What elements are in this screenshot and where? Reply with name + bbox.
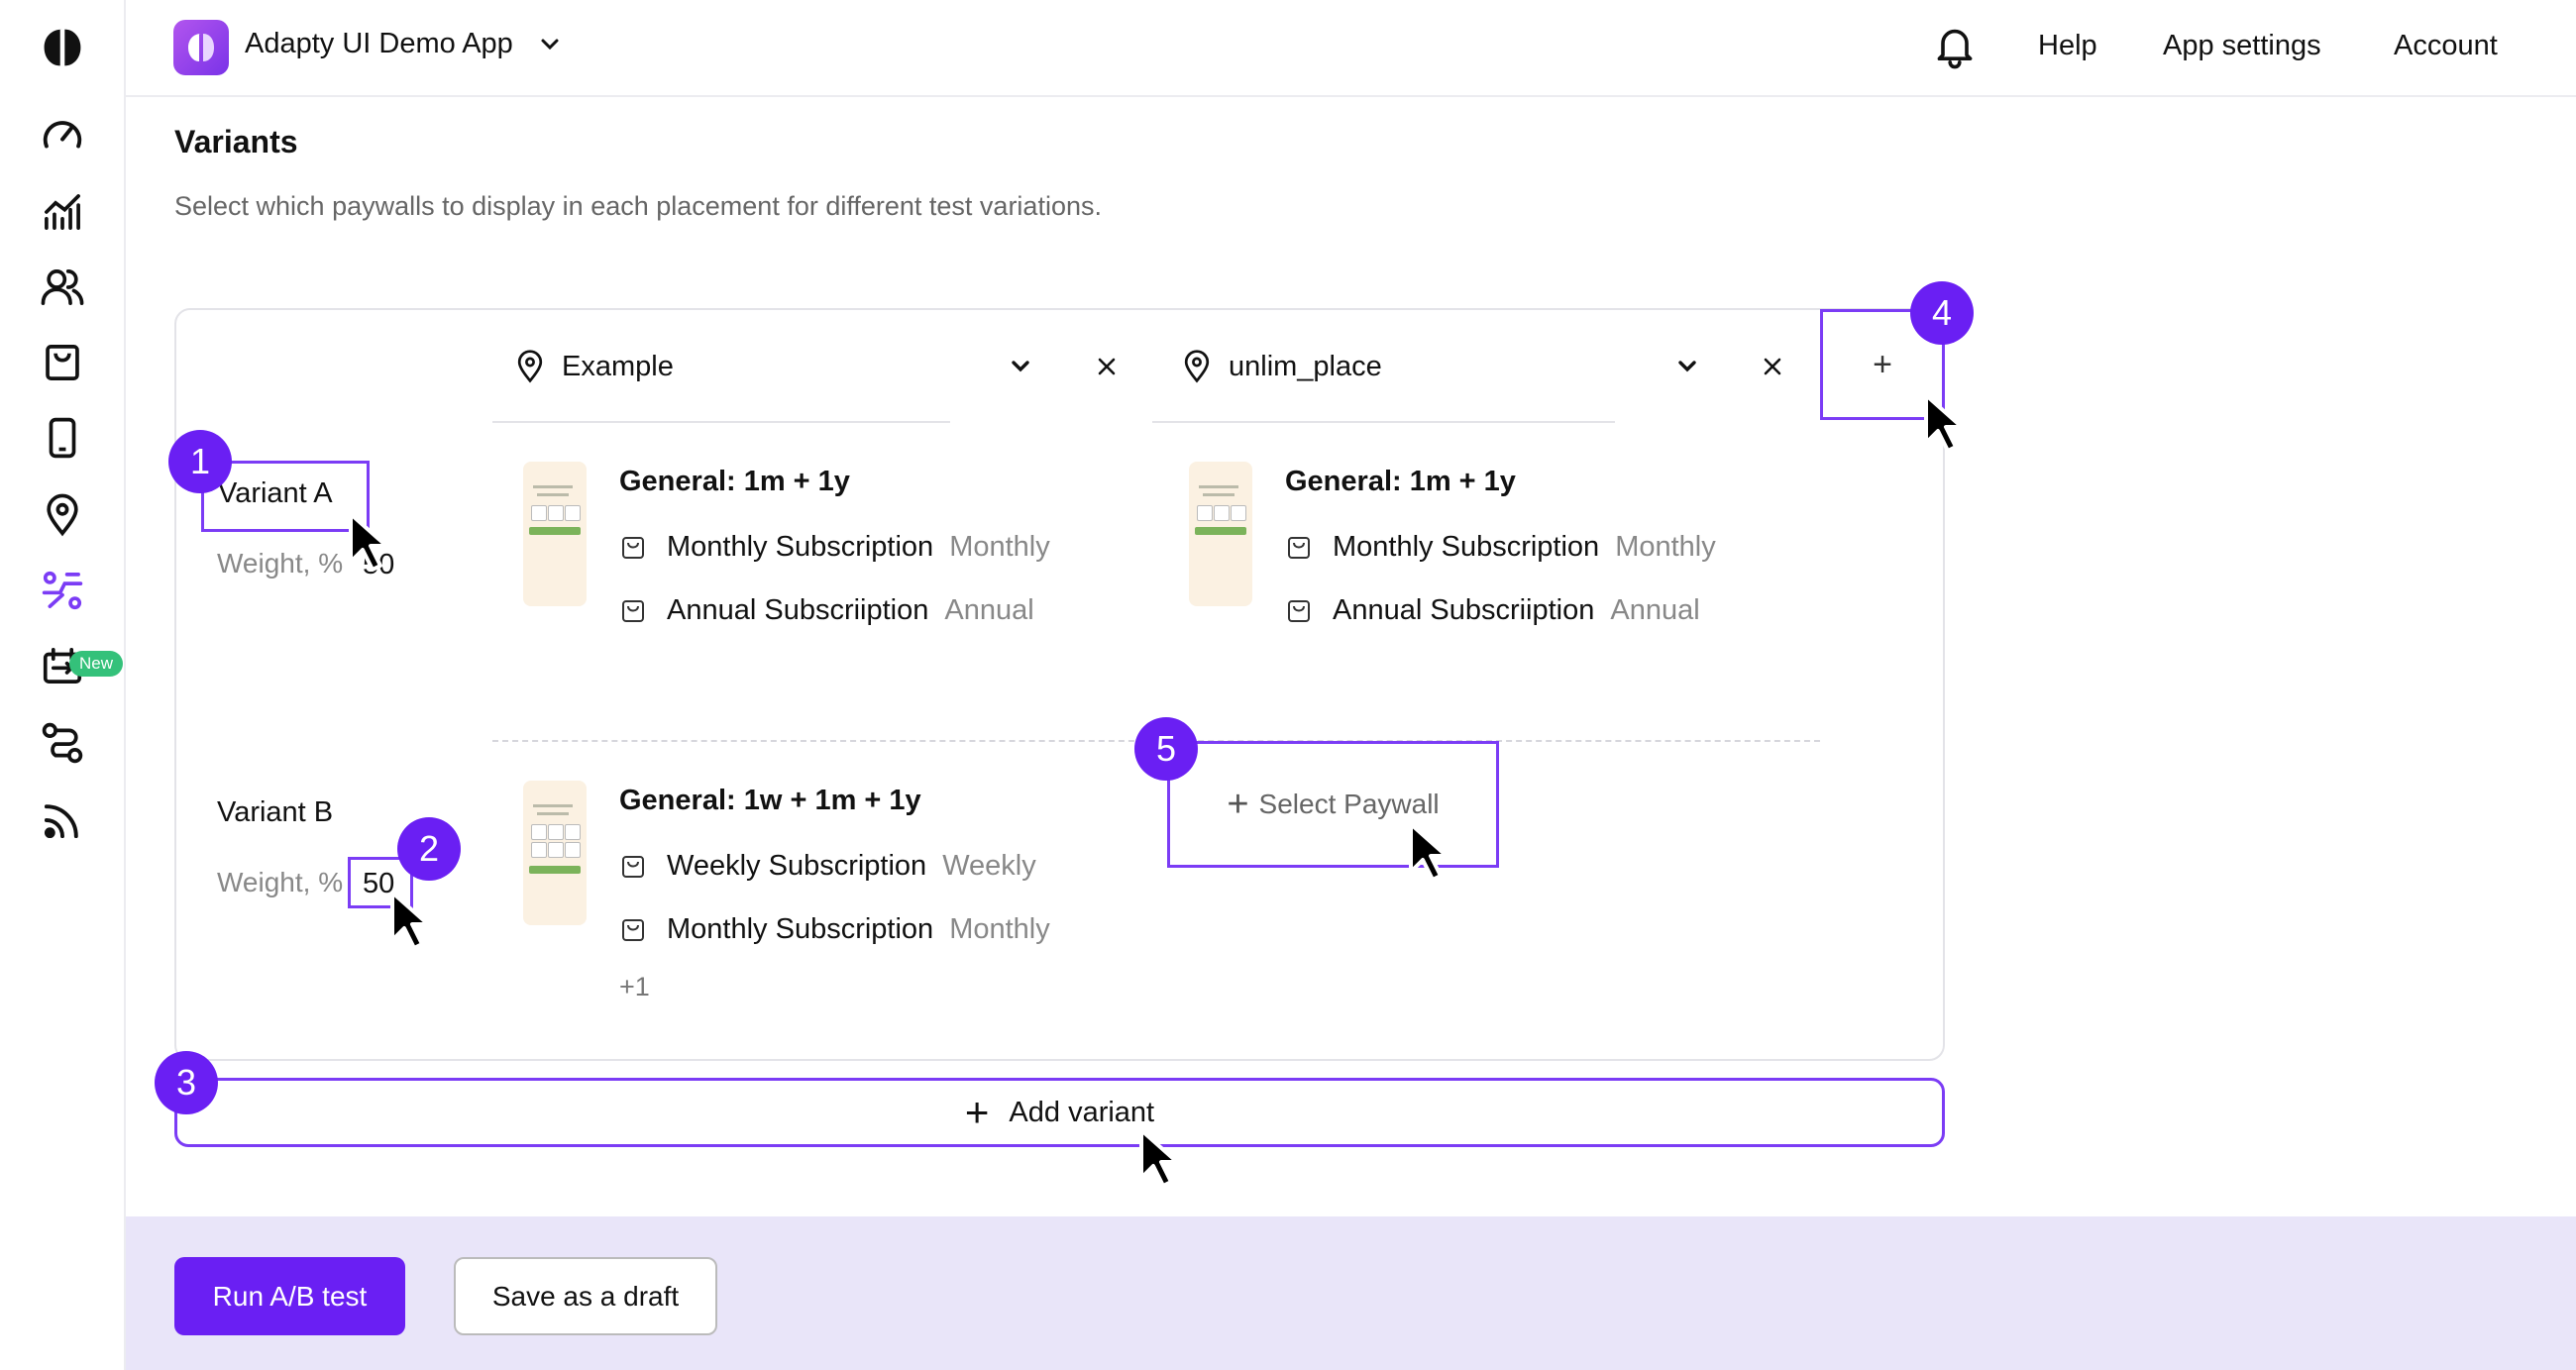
placement-divider	[492, 421, 950, 423]
section-title: Variants	[174, 124, 298, 159]
product-period: Annual	[1610, 594, 1700, 626]
placement-select-example[interactable]: Example	[512, 342, 674, 391]
weight-label: Weight, %	[217, 867, 344, 897]
paywalls-icon[interactable]	[35, 410, 90, 466]
product-period: Monthly	[949, 913, 1050, 945]
step-badge: 2	[397, 817, 461, 881]
save-draft-button[interactable]: Save as a draft	[454, 1257, 717, 1335]
product-period: Monthly	[1615, 531, 1716, 563]
placements-icon[interactable]	[35, 487, 90, 543]
product-box-icon	[622, 855, 644, 878]
app-logo-icon[interactable]	[173, 20, 229, 75]
product-row: Monthly Subscription Monthly	[619, 531, 1050, 564]
run-ab-test-button[interactable]: Run A/B test	[174, 1257, 405, 1335]
product-box-icon	[622, 599, 644, 622]
chevron-down-icon[interactable]	[1006, 352, 1035, 381]
add-variant-button[interactable]: + Add variant	[174, 1078, 1945, 1147]
location-pin-icon	[1184, 350, 1210, 383]
paywall-title[interactable]: General: 1m + 1y	[619, 466, 850, 498]
help-link[interactable]: Help	[2038, 30, 2097, 62]
step-badge: 5	[1134, 717, 1198, 781]
close-icon[interactable]	[1090, 350, 1124, 383]
location-pin-icon	[517, 350, 543, 383]
account-link[interactable]: Account	[2394, 30, 2498, 62]
paywall-thumbnail	[1189, 462, 1252, 606]
placement-name: Example	[562, 350, 674, 382]
product-row: Monthly Subscription Monthly	[1285, 531, 1716, 564]
variant-a-name[interactable]: Variant A	[218, 477, 333, 510]
paywall-thumbnail	[523, 462, 587, 606]
variant-b-name[interactable]: Variant B	[217, 796, 333, 829]
integrations-icon[interactable]	[35, 792, 90, 848]
dashboard-icon[interactable]	[35, 107, 90, 162]
product-period: Weekly	[942, 850, 1036, 882]
step-badge: 4	[1910, 281, 1974, 345]
bell-icon[interactable]	[1931, 22, 1979, 69]
products-icon[interactable]	[35, 335, 90, 390]
more-products-count[interactable]: +1	[619, 972, 650, 1002]
plus-icon: +	[1227, 783, 1249, 825]
cursor-icon	[1924, 393, 1964, 453]
sidebar: New	[0, 0, 126, 1370]
chevron-down-icon[interactable]	[535, 30, 565, 59]
product-box-icon	[622, 536, 644, 559]
placement-divider	[1152, 421, 1615, 423]
product-name: Monthly Subscription	[667, 913, 934, 945]
adapty-logo-icon[interactable]	[35, 20, 90, 75]
paywall-thumbnail	[523, 781, 587, 925]
product-name: Monthly Subscription	[1333, 531, 1600, 563]
analytics-icon[interactable]	[35, 184, 90, 240]
product-name: Annual Subscriiption	[1333, 594, 1595, 626]
close-icon[interactable]	[1756, 350, 1789, 383]
product-box-icon	[1288, 536, 1310, 559]
select-paywall-label: Select Paywall	[1258, 789, 1440, 819]
product-row: Weekly Subscription Weekly	[619, 850, 1036, 883]
app-name[interactable]: Adapty UI Demo App	[245, 28, 513, 60]
cursor-icon	[349, 512, 388, 572]
chevron-down-icon[interactable]	[1672, 352, 1702, 381]
product-row: Annual Subscriiption Annual	[619, 594, 1034, 627]
users-icon[interactable]	[35, 260, 90, 315]
weight-label: Weight, %	[217, 548, 344, 579]
product-row: Monthly Subscription Monthly	[619, 913, 1050, 946]
product-row: Annual Subscriiption Annual	[1285, 594, 1700, 627]
step-badge: 1	[168, 430, 232, 493]
product-period: Annual	[944, 594, 1034, 626]
product-period: Monthly	[949, 531, 1050, 563]
paywall-title[interactable]: General: 1m + 1y	[1285, 466, 1516, 498]
flows-icon[interactable]	[35, 715, 90, 771]
top-bar: Adapty UI Demo App Help App settings Acc…	[126, 0, 2576, 97]
placement-name: unlim_place	[1229, 350, 1382, 382]
paywall-title[interactable]: General: 1w + 1m + 1y	[619, 785, 921, 817]
product-box-icon	[622, 918, 644, 941]
product-name: Annual Subscriiption	[667, 594, 929, 626]
plus-icon: +	[964, 1089, 990, 1135]
app-settings-link[interactable]: App settings	[2163, 30, 2321, 62]
cursor-icon	[1139, 1128, 1179, 1188]
ab-tests-icon[interactable]	[35, 563, 90, 618]
cursor-icon	[390, 891, 430, 950]
product-box-icon	[1288, 599, 1310, 622]
section-description: Select which paywalls to display in each…	[174, 191, 1102, 221]
placement-select-unlim-place[interactable]: unlim_place	[1179, 342, 1382, 391]
step-badge: 3	[155, 1051, 218, 1114]
new-badge: New	[69, 651, 124, 677]
cursor-icon	[1409, 822, 1449, 882]
product-name: Monthly Subscription	[667, 531, 934, 563]
product-name: Weekly Subscription	[667, 850, 927, 882]
add-variant-label: Add variant	[1009, 1096, 1155, 1128]
variants-card	[174, 308, 1945, 1061]
